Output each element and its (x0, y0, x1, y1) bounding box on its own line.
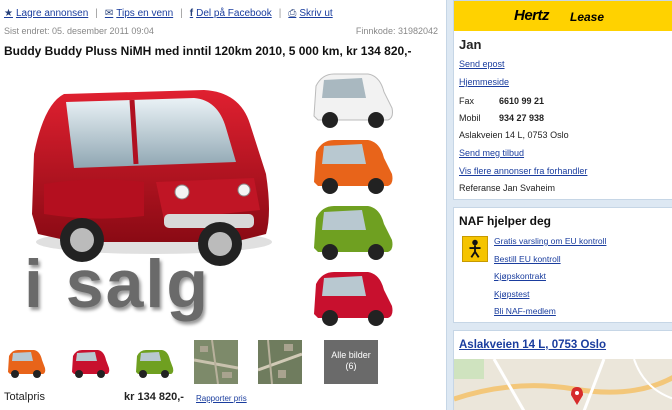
star-icon: ★ (4, 7, 13, 19)
send-email-link[interactable]: Send epost (459, 59, 505, 69)
naf-link-purchase-test[interactable]: Kjøpstest (494, 289, 529, 299)
tip-friend-label: Tips en venn (116, 7, 174, 19)
print-link[interactable]: ⎙ Skriv ut (288, 8, 332, 19)
ad-meta: Sist endret: 05. desember 2011 09:04 Fin… (4, 26, 438, 38)
share-facebook-link[interactable]: f Del på Facebook (190, 8, 272, 19)
all-images-label: Alle bilder (331, 350, 371, 360)
print-label: Skriv ut (299, 7, 333, 19)
dealer-box: Hertz Lease Jan Send epost Hjemmeside Fa… (453, 0, 672, 200)
share-facebook-label: Del på Facebook (196, 7, 272, 19)
mobile-label: Mobil (459, 113, 481, 123)
thumbnail-aerial-map-1[interactable] (194, 340, 238, 384)
divider: | (278, 7, 282, 19)
homepage-link[interactable]: Hjemmeside (459, 77, 509, 87)
dealer-reference: Referanse Jan Svaheim (459, 183, 556, 193)
envelope-icon: ✉ (104, 7, 114, 19)
hertz-lease-banner[interactable]: Hertz Lease (454, 1, 672, 31)
thumbnail-orange-car[interactable] (4, 340, 48, 384)
naf-box: NAF hjelper deg Gratis varsling om EU ko… (453, 207, 672, 323)
finn-code: Finnkode: 31982042 (355, 26, 438, 36)
naf-link-order-eu-check[interactable]: Bestill EU kontroll (494, 254, 561, 264)
ad-actions: ★ Lagre annonsen | ✉ Tips en venn | f De… (4, 6, 333, 20)
orange-car-variant-image (314, 140, 393, 194)
green-car-variant-image (314, 206, 393, 260)
price-row: Totalpris kr 134 820,- Rapporter pris (4, 391, 444, 405)
last-modified: Sist endret: 05. desember 2011 09:04 (4, 26, 154, 36)
thumbnail-strip: Alle bilder (6) (4, 340, 444, 384)
thumbnail-green-car[interactable] (132, 340, 176, 384)
white-car-variant-image (313, 73, 393, 128)
save-ad-link[interactable]: ★ Lagre annonsen (4, 8, 88, 19)
printer-icon: ⎙ (288, 7, 297, 19)
more-ads-link[interactable]: Vis flere annonser fra forhandler (459, 166, 587, 176)
thumbnail-aerial-map-2[interactable] (258, 340, 302, 384)
naf-link-purchase-contract[interactable]: Kjøpskontrakt (494, 271, 546, 281)
ad-panel: ★ Lagre annonsen | ✉ Tips en venn | f De… (0, 0, 446, 410)
divider: | (180, 7, 183, 19)
tip-friend-link[interactable]: ✉ Tips en venn (105, 8, 173, 19)
map-address-link[interactable]: Aslakveien 14 L, 0753 Oslo (459, 339, 606, 351)
report-price-link[interactable]: Rapporter pris (196, 394, 247, 403)
total-price-value: kr 134 820,- (124, 391, 184, 403)
all-images-count: (6) (345, 361, 357, 371)
lease-logo-text: Lease (570, 10, 605, 24)
naf-link-eu-alert[interactable]: Gratis varsling om EU kontroll (494, 236, 606, 246)
naf-title: NAF hjelper deg (459, 214, 552, 228)
fax-label: Fax (459, 96, 475, 106)
red-car-variant-image (314, 272, 393, 326)
naf-roadside-icon (462, 236, 488, 262)
divider: | (95, 7, 98, 19)
naf-link-membership[interactable]: Bli NAF-medlem (494, 306, 556, 316)
sidebar: Hertz Lease Jan Send epost Hjemmeside Fa… (446, 0, 672, 410)
for-sale-text: i salg (24, 246, 210, 322)
send-offer-link[interactable]: Send meg tilbud (459, 148, 524, 158)
thumbnail-red-car[interactable] (68, 340, 112, 384)
ad-title: Buddy Buddy Pluss NiMH med inntil 120km … (4, 44, 412, 58)
map-box: Aslakveien 14 L, 0753 Oslo (453, 330, 672, 410)
mobile-number: 934 27 938 (499, 113, 545, 123)
total-price-label: Totalpris (4, 391, 45, 403)
dealer-name: Jan (459, 37, 482, 52)
save-ad-label: Lagre annonsen (15, 7, 89, 19)
fax-number: 6610 99 21 (499, 96, 545, 106)
main-car-image[interactable]: i salg (4, 64, 440, 332)
all-images-button[interactable]: Alle bilder (6) (324, 340, 378, 384)
dealer-address: Aslakveien 14 L, 0753 Oslo (459, 130, 569, 140)
hertz-logo: Hertz (514, 7, 550, 24)
location-map[interactable] (454, 359, 672, 410)
facebook-icon: f (189, 7, 194, 19)
